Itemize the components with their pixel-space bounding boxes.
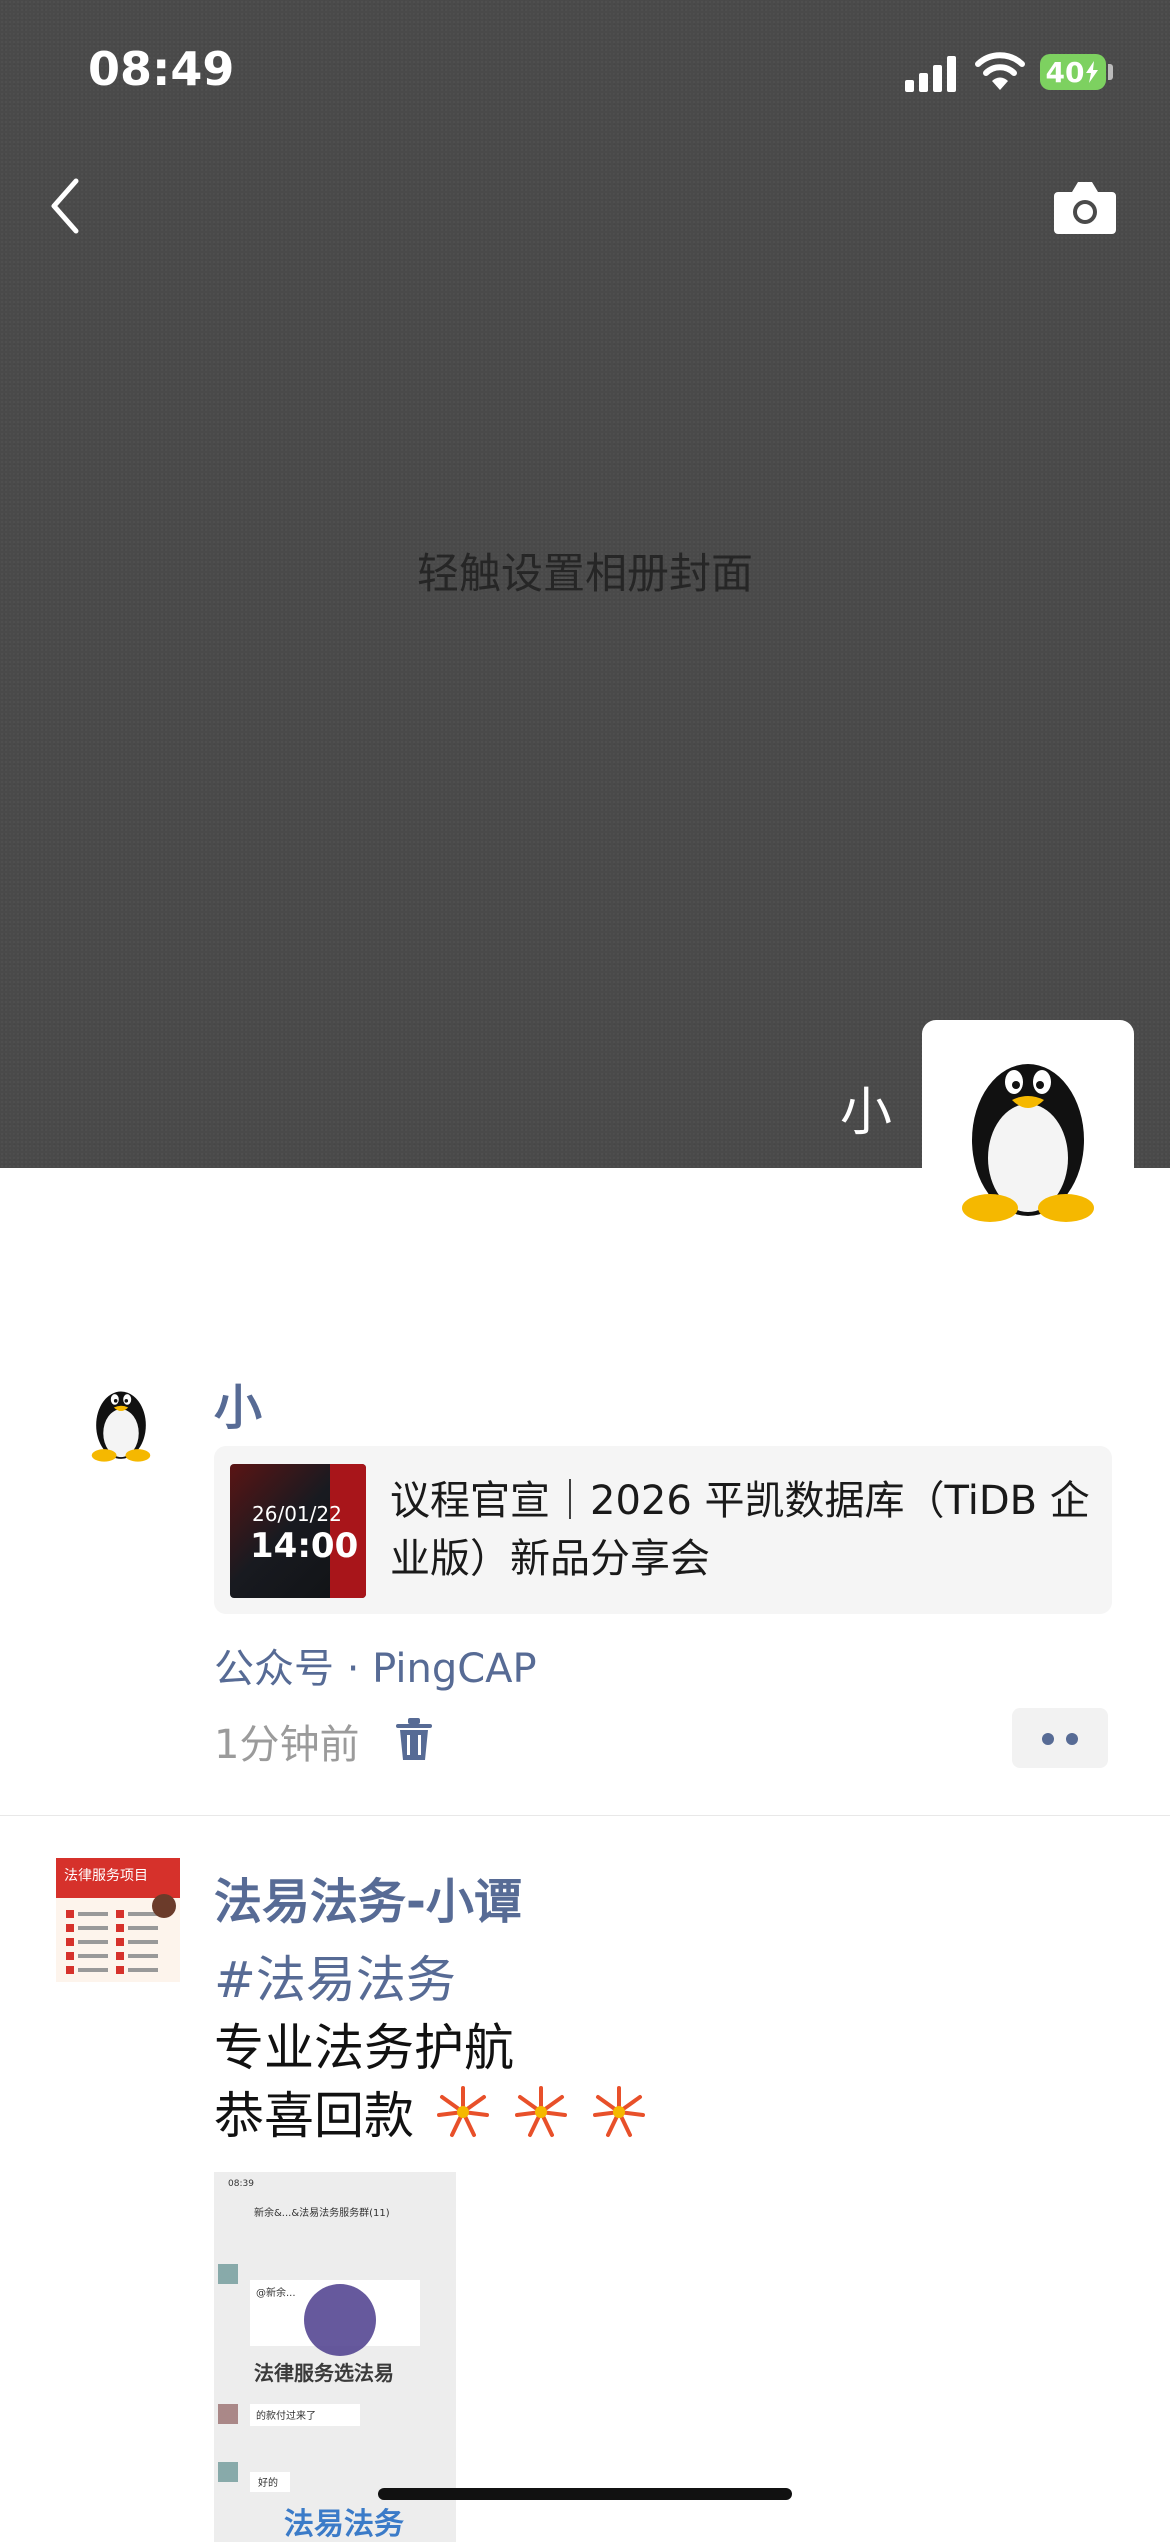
post-author-avatar[interactable]: 法律服务项目 [56,1858,180,1982]
image-brand: 法易法务 [284,2507,404,2542]
image-chat-title: 新余&...&法易法务服务群(11) [254,2206,390,2219]
article-thumbnail: 26/01/22 14:00 [230,1464,366,1598]
penguin-avatar-icon [91,1391,151,1462]
back-button[interactable] [40,175,90,237]
image-message: 好的 [258,2476,278,2489]
article-source[interactable]: 公众号 · PingCAP [214,1636,537,1694]
post-text-line: 恭喜回款 [214,2087,414,2145]
post-image-thumbnail[interactable]: 08:39 新余&...&法易法务服务群(11) @新余... 法律服务选法易 … [214,2172,456,2542]
post-author-avatar[interactable] [74,1372,168,1466]
thumbnail-time: 14:00 [250,1526,359,1566]
fireworks-emoji-icon [592,2086,645,2137]
status-time: 08:49 [88,42,235,96]
post-author-name[interactable]: 法易法务-小谭 [214,1862,522,1932]
avatar-caption: 法律服务项目 [64,1868,148,1884]
chat-screenshot-image: 08:39 新余&...&法易法务服务群(11) @新余... 法律服务选法易 … [214,2172,456,2542]
post-hashtag[interactable]: #法易法务 [214,1940,456,2012]
shared-article-card[interactable]: 26/01/22 14:00 议程官宣｜2026 平凯数据库（TiDB 企业版）… [214,1446,1112,1614]
delete-icon[interactable] [396,1718,432,1760]
battery-icon: 40 [1040,54,1106,90]
home-indicator[interactable] [378,2488,792,2500]
post-author-name[interactable]: 小 [214,1368,262,1438]
camera-button[interactable] [1052,178,1118,236]
post-text-line: 专业法务护航 [214,2019,514,2077]
profile-name[interactable]: 小 [840,1070,892,1145]
post-text-line-with-emoji: 恭喜回款 [214,2076,648,2148]
article-title: 议程官宣｜2026 平凯数据库（TiDB 企业版）新品分享会 [390,1478,1090,1582]
cover-hint[interactable]: 轻触设置相册封面 [0,540,1170,601]
album-cover[interactable]: 轻触设置相册封面 [0,0,1170,1168]
profile-avatar[interactable] [922,1020,1134,1232]
legal-service-avatar: 法律服务项目 [56,1858,180,1982]
post-divider [0,1815,1170,1816]
image-message: @新余... [256,2286,296,2299]
penguin-avatar-icon [962,1064,1094,1222]
image-message: 的款付过来了 [256,2409,316,2422]
fireworks-emoji-icon [436,2086,489,2137]
image-status-time: 08:39 [228,2179,254,2189]
post-time: 1分钟前 [214,1722,360,1768]
image-banner: 法律服务选法易 [254,2361,394,2385]
signal-icon [905,56,957,92]
battery-cap [1108,64,1113,80]
thumbnail-date: 26/01/22 [252,1502,342,1526]
more-actions-button[interactable] [1012,1708,1108,1768]
battery-level: 40 [1045,55,1085,89]
wifi-icon [975,52,1025,90]
charging-bolt-icon [1086,61,1099,83]
fireworks-emoji-icon [514,2086,567,2137]
